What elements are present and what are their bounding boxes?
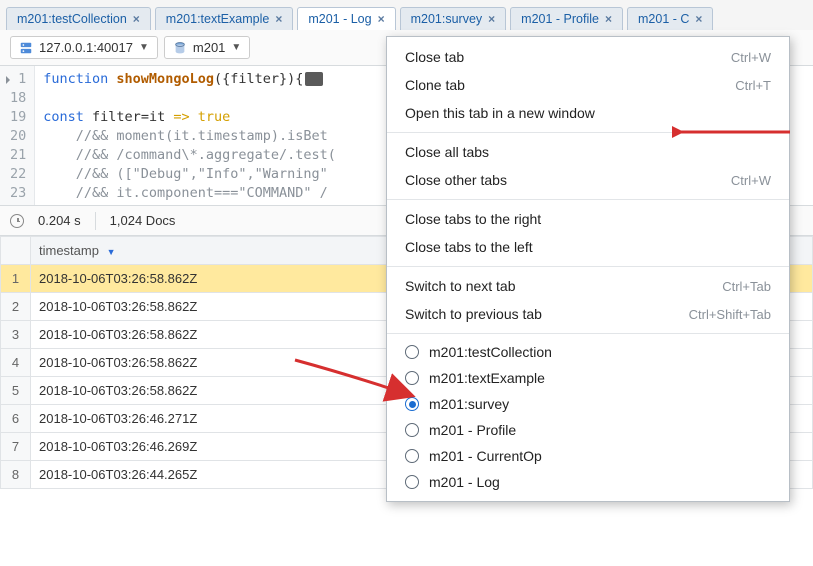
menu-item-label: Close tab xyxy=(405,49,464,65)
doc-count: 1,024 Docs xyxy=(110,213,176,228)
menu-radio-label: m201 - CurrentOp xyxy=(429,448,542,464)
separator xyxy=(95,212,96,230)
clock-icon xyxy=(10,214,24,228)
menu-item-label: Close tabs to the right xyxy=(405,211,541,227)
cell-timestamp: 2018-10-06T03:26:58.862Z xyxy=(31,349,440,377)
row-number: 2 xyxy=(1,293,31,321)
connection-label: 127.0.0.1:40017 xyxy=(39,40,133,55)
menu-item-label: Open this tab in a new window xyxy=(405,105,595,121)
cell-timestamp: 2018-10-06T03:26:58.862Z xyxy=(31,377,440,405)
chevron-down-icon: ▼ xyxy=(231,42,241,53)
menu-shortcut: Ctrl+W xyxy=(731,173,771,188)
menu-radio-item[interactable]: m201 - Log xyxy=(387,469,789,495)
close-icon[interactable]: × xyxy=(605,12,612,26)
tab-label: m201:survey xyxy=(411,12,483,26)
editor-code[interactable]: function showMongoLog({filter}){ const f… xyxy=(35,66,344,205)
radio-icon xyxy=(405,345,419,359)
menu-radio-label: m201:survey xyxy=(429,396,509,412)
database-icon xyxy=(173,41,187,55)
database-label: m201 xyxy=(193,40,226,55)
menu-separator xyxy=(387,266,789,267)
menu-item[interactable]: Close other tabs Ctrl+W xyxy=(387,166,789,194)
row-number: 1 xyxy=(1,265,31,293)
elapsed-time: 0.204 s xyxy=(38,213,81,228)
row-number: 4 xyxy=(1,349,31,377)
tab-context-menu: Close tab Ctrl+W Clone tab Ctrl+T Open this … xyxy=(386,36,790,502)
row-number: 5 xyxy=(1,377,31,405)
menu-separator xyxy=(387,132,789,133)
tab-label: m201:testCollection xyxy=(17,12,127,26)
row-number: 6 xyxy=(1,405,31,433)
menu-shortcut: Ctrl+Tab xyxy=(722,279,771,294)
menu-item[interactable]: Close tabs to the left xyxy=(387,233,789,261)
menu-radio-label: m201 - Log xyxy=(429,474,500,490)
close-icon[interactable]: × xyxy=(695,12,702,26)
menu-item[interactable]: Clone tab Ctrl+T xyxy=(387,71,789,99)
col-label: timestamp xyxy=(39,243,99,258)
menu-radio-item[interactable]: m201:textExample xyxy=(387,365,789,391)
close-icon[interactable]: × xyxy=(275,12,282,26)
sort-asc-icon: ▼ xyxy=(107,247,116,257)
editor-gutter: 1181920212223 xyxy=(0,66,35,205)
row-number: 3 xyxy=(1,321,31,349)
menu-item-label: Close tabs to the left xyxy=(405,239,533,255)
menu-shortcut: Ctrl+Shift+Tab xyxy=(689,307,771,322)
menu-item[interactable]: Close tab Ctrl+W xyxy=(387,43,789,71)
close-icon[interactable]: × xyxy=(488,12,495,26)
cell-timestamp: 2018-10-06T03:26:46.271Z xyxy=(31,405,440,433)
menu-item-label: Close other tabs xyxy=(405,172,507,188)
tab[interactable]: m201 - Profile × xyxy=(510,7,623,30)
tab-label: m201 - Log xyxy=(308,12,371,26)
row-number: 7 xyxy=(1,433,31,461)
menu-radio-label: m201 - Profile xyxy=(429,422,516,438)
menu-item[interactable]: Close all tabs xyxy=(387,138,789,166)
cell-timestamp: 2018-10-06T03:26:58.862Z xyxy=(31,321,440,349)
radio-icon xyxy=(405,475,419,489)
tab[interactable]: m201 - Log × xyxy=(297,7,395,30)
menu-radio-item[interactable]: m201:survey xyxy=(387,391,789,417)
tab-label: m201:textExample xyxy=(166,12,270,26)
menu-radio-item[interactable]: m201 - Profile xyxy=(387,417,789,443)
close-icon[interactable]: × xyxy=(378,12,385,26)
cell-timestamp: 2018-10-06T03:26:58.862Z xyxy=(31,293,440,321)
radio-icon xyxy=(405,371,419,385)
row-number-header xyxy=(1,237,31,265)
menu-item-label: Switch to previous tab xyxy=(405,306,542,322)
menu-item[interactable]: Switch to previous tab Ctrl+Shift+Tab xyxy=(387,300,789,328)
tab-label: m201 - Profile xyxy=(521,12,599,26)
cell-timestamp: 2018-10-06T03:26:44.265Z xyxy=(31,461,440,489)
connection-selector[interactable]: 127.0.0.1:40017 ▼ xyxy=(10,36,158,59)
menu-radio-item[interactable]: m201 - CurrentOp xyxy=(387,443,789,469)
database-selector[interactable]: m201 ▼ xyxy=(164,36,250,59)
tab[interactable]: m201:textExample × xyxy=(155,7,294,30)
tab[interactable]: m201:survey × xyxy=(400,7,507,30)
server-icon xyxy=(19,41,33,55)
menu-shortcut: Ctrl+W xyxy=(731,50,771,65)
menu-radio-label: m201:testCollection xyxy=(429,344,552,360)
cell-timestamp: 2018-10-06T03:26:46.269Z xyxy=(31,433,440,461)
tab-label: m201 - C xyxy=(638,12,689,26)
chevron-down-icon: ▼ xyxy=(139,42,149,53)
menu-separator xyxy=(387,199,789,200)
menu-separator xyxy=(387,333,789,334)
menu-item-label: Switch to next tab xyxy=(405,278,516,294)
menu-item[interactable]: Open this tab in a new window xyxy=(387,99,789,127)
menu-item-label: Clone tab xyxy=(405,77,465,93)
close-icon[interactable]: × xyxy=(133,12,140,26)
menu-item-label: Close all tabs xyxy=(405,144,489,160)
tab[interactable]: m201:testCollection × xyxy=(6,7,151,30)
radio-icon xyxy=(405,423,419,437)
menu-item[interactable]: Switch to next tab Ctrl+Tab xyxy=(387,272,789,300)
row-number: 8 xyxy=(1,461,31,489)
menu-radio-item[interactable]: m201:testCollection xyxy=(387,339,789,365)
tab[interactable]: m201 - C × xyxy=(627,7,713,30)
col-timestamp[interactable]: timestamp ▼ xyxy=(31,237,440,265)
radio-icon xyxy=(405,397,419,411)
menu-item[interactable]: Close tabs to the right xyxy=(387,205,789,233)
menu-shortcut: Ctrl+T xyxy=(735,78,771,93)
radio-icon xyxy=(405,449,419,463)
cell-timestamp: 2018-10-06T03:26:58.862Z xyxy=(31,265,440,293)
tab-strip: m201:testCollection×m201:textExample×m20… xyxy=(0,0,813,30)
menu-radio-label: m201:textExample xyxy=(429,370,545,386)
